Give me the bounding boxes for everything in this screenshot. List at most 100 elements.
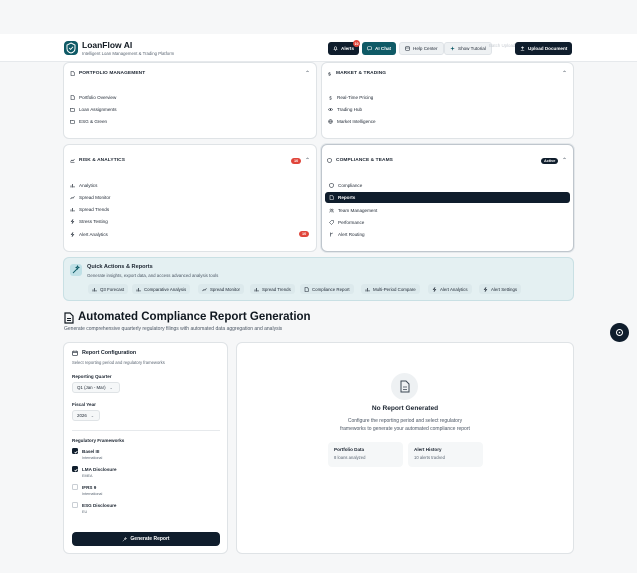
spread-trends-item[interactable]: Spread Trends [70, 205, 310, 215]
fiscal-year-value: 2026 [77, 413, 87, 418]
portfolio-overview-item[interactable]: Portfolio Overview [70, 92, 310, 102]
trading-hub-label: Trading Hub [337, 106, 363, 112]
calendar-icon [72, 350, 78, 356]
compliance-section-title: COMPLIANCE & TEAMS [336, 158, 393, 163]
compliance-section-header[interactable]: COMPLIANCE & TEAMS [327, 158, 393, 163]
alert-settings-chip[interactable]: Alert Settings [479, 284, 522, 294]
svg-text:$: $ [328, 71, 331, 76]
alert-history-stat: Alert History 10 alerts tracked [408, 442, 483, 467]
risk-section-header[interactable]: RISK & ANALYTICS [70, 158, 125, 163]
document-icon [70, 94, 75, 100]
page-subtitle: Generate comprehensive quarterly regulat… [64, 326, 283, 332]
alert-analytics-chip[interactable]: Alert Analytics [428, 284, 472, 294]
chevron-up-icon[interactable]: ⌃ [305, 157, 310, 164]
folder-icon [70, 119, 75, 124]
divider [72, 430, 220, 431]
team-management-item[interactable]: Team Management [325, 205, 570, 215]
empty-state-title: No Report Generated [371, 405, 439, 412]
assistant-fab-button[interactable] [610, 323, 629, 342]
show-tutorial-label: Show Tutorial [458, 46, 486, 51]
alert-analytics-chip-label: Alert Analytics [440, 286, 468, 292]
document-icon [391, 373, 418, 400]
bolt-icon [483, 286, 488, 292]
chat-icon [367, 46, 372, 51]
lma-disclosure-region: EMEA [82, 474, 93, 478]
chevron-up-icon[interactable]: ⌃ [562, 70, 567, 77]
alert-routing-item[interactable]: Alert Routing [325, 230, 570, 240]
stress-testing-label: Stress Testing [79, 219, 108, 225]
comparative-analysis-label: Comparative Analysis [144, 286, 187, 292]
loan-assignments-item[interactable]: Loan Assignments [70, 104, 310, 114]
generate-report-button[interactable]: Generate Report [72, 532, 220, 546]
esg-green-item[interactable]: ESG & Green [70, 116, 310, 126]
portfolio-data-value: 8 loans analyzed [334, 455, 366, 460]
compliance-report-chip[interactable]: Compliance Report [300, 284, 354, 294]
empty-state-line2: frameworks to generate your automated co… [340, 426, 470, 432]
market-intelligence-item[interactable]: Market Intelligence [328, 116, 568, 126]
portfolio-section-header[interactable]: PORTFOLIO MANAGEMENT [70, 71, 145, 76]
logo-icon [64, 41, 78, 55]
chevron-up-icon[interactable]: ⌃ [562, 157, 567, 164]
document-icon [304, 286, 309, 292]
chevron-down-icon: ⌄ [109, 385, 113, 390]
ai-chat-button[interactable]: AI Chat [362, 42, 397, 55]
spread-monitor-chip[interactable]: Spread Monitor [198, 284, 245, 294]
market-section-title: MARKET & TRADING [336, 71, 387, 76]
spread-trends-chip[interactable]: Spread Trends [250, 284, 295, 294]
esg-disclosure-checkbox[interactable] [72, 502, 78, 508]
bar-chart-icon [70, 183, 75, 188]
comparative-analysis-chip[interactable]: Comparative Analysis [132, 284, 191, 294]
real-time-pricing-item[interactable]: $ Real-Time Pricing [328, 92, 568, 102]
reports-item[interactable]: Reports [325, 192, 570, 204]
alert-routing-label: Alert Routing [338, 232, 365, 238]
reports-label: Reports [338, 195, 356, 201]
app-title: LoanFlow AI [82, 40, 133, 50]
wand-icon [122, 536, 128, 542]
help-center-label: Help Center [413, 46, 438, 51]
compliance-active-badge: Active [541, 158, 559, 164]
shield-icon [327, 158, 332, 163]
q3-forecast-label: Q3 Forecast [100, 286, 125, 292]
bar-chart-icon [365, 287, 370, 292]
help-center-button[interactable]: Help Center [399, 42, 444, 55]
branch-icon [329, 232, 334, 237]
ifrs-9-checkbox[interactable] [72, 484, 78, 490]
alerts-label: Alerts [341, 46, 355, 51]
eye-icon [328, 107, 333, 112]
regulatory-frameworks-label: Regulatory Frameworks [72, 438, 125, 443]
alert-settings-label: Alert Settings [491, 286, 518, 292]
market-section-header[interactable]: $ MARKET & TRADING [327, 71, 386, 76]
chevron-up-icon[interactable]: ⌃ [305, 70, 310, 77]
performance-item[interactable]: Performance [325, 218, 570, 228]
reporting-quarter-select[interactable]: Q1 (Jan - Mar) ⌄ [72, 382, 120, 393]
ifrs-9-name: IFRS 9 [82, 485, 97, 490]
alert-analytics-item[interactable]: Alert Analytics [70, 229, 310, 239]
batch-upload-hint: Batch Upload [489, 43, 516, 48]
document-icon [64, 312, 74, 324]
compliance-item[interactable]: Compliance [325, 180, 570, 190]
multi-period-compare-chip[interactable]: Multi-Period Compare [361, 284, 420, 294]
trading-hub-item[interactable]: Trading Hub [328, 104, 568, 114]
basel-iii-checkbox[interactable] [72, 448, 78, 454]
lma-disclosure-checkbox[interactable] [72, 466, 78, 472]
reporting-quarter-label: Reporting Quarter [72, 374, 112, 379]
esg-disclosure-region: EU [82, 510, 88, 514]
document-icon [329, 195, 334, 201]
reporting-quarter-value: Q1 (Jan - Mar) [77, 385, 106, 390]
show-tutorial-button[interactable]: Show Tutorial [444, 42, 492, 55]
users-icon [329, 208, 334, 213]
stress-testing-item[interactable]: Stress Testing [70, 217, 310, 227]
ifrs-9-region: International [82, 492, 103, 496]
spread-monitor-item[interactable]: Spread Monitor [70, 192, 310, 202]
alerts-count-badge: 10 [353, 40, 360, 47]
globe-icon [328, 118, 333, 124]
document-icon [70, 71, 75, 76]
config-subtitle: Select reporting period and regulatory f… [72, 360, 165, 365]
market-intelligence-label: Market Intelligence [337, 118, 376, 124]
fiscal-year-select[interactable]: 2026 ⌄ [72, 410, 100, 421]
risk-alert-count-badge: 10 [291, 158, 302, 164]
analytics-item[interactable]: Analytics [70, 180, 310, 190]
spread-trends-label: Spread Trends [79, 207, 110, 213]
upload-document-button[interactable]: Upload Document [515, 42, 573, 55]
q3-forecast-chip[interactable]: Q3 Forecast [88, 284, 129, 294]
